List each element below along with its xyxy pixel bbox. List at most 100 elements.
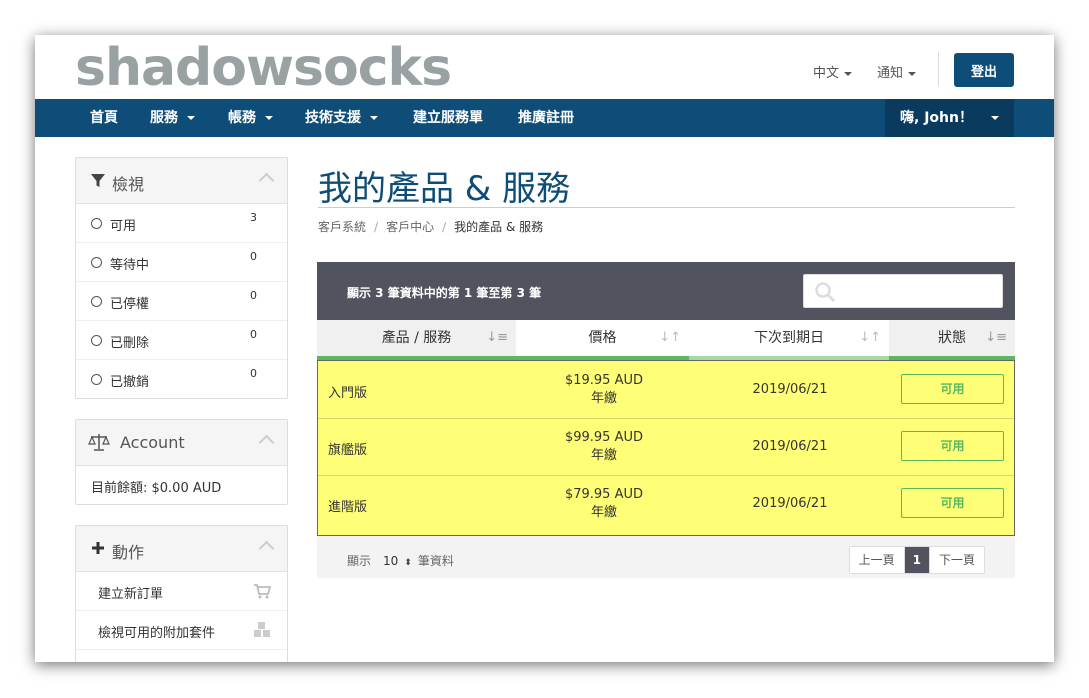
filter-icon bbox=[91, 174, 105, 187]
filter-count: 3 bbox=[250, 211, 257, 224]
page-size-control: 顯示 10 ⬍ 筆資料 bbox=[347, 552, 454, 569]
next-due-date: 2019/06/21 bbox=[752, 496, 828, 511]
balance-scale-icon bbox=[88, 434, 110, 451]
radio-icon bbox=[91, 257, 102, 268]
price-amount: $99.95 AUD bbox=[564, 430, 644, 445]
header-divider bbox=[938, 52, 939, 86]
chevron-down-icon bbox=[187, 116, 195, 120]
nav-services[interactable]: 服務 bbox=[150, 99, 195, 137]
billing-cycle: 年繳 bbox=[590, 505, 617, 520]
view-panel-title: 檢視 bbox=[112, 175, 145, 194]
sort-desc-icon: ↓≡ bbox=[486, 330, 508, 345]
status-badge: 可用 bbox=[901, 488, 1004, 518]
account-balance: 目前餘額: $0.00 AUD bbox=[76, 466, 287, 504]
chevron-up-icon[interactable] bbox=[258, 172, 275, 189]
next-due-date: 2019/06/21 bbox=[752, 382, 828, 397]
sort-icon: ↓↑ bbox=[859, 330, 881, 345]
account-panel-header[interactable]: Account bbox=[76, 420, 287, 466]
search-icon bbox=[815, 282, 836, 303]
filter-count: 0 bbox=[250, 289, 257, 302]
breadcrumb-separator: / bbox=[374, 220, 379, 234]
breadcrumb-link[interactable]: 客戶中心 bbox=[386, 220, 434, 234]
chevron-down-icon bbox=[370, 116, 378, 120]
action-new-order[interactable]: 建立新訂單 bbox=[76, 572, 287, 611]
main-navbar: 首頁 服務 帳務 技術支援 建立服務單 推廣註冊 嗨, John！ bbox=[35, 99, 1054, 137]
nav-services-label: 服務 bbox=[150, 110, 178, 126]
view-filter-panel: 檢視 可用 3 等待中 0 已停權 0 已刪除 0 已撤銷 0 bbox=[75, 157, 288, 399]
status-badge: 可用 bbox=[901, 431, 1004, 461]
chevron-down-icon bbox=[908, 71, 917, 76]
sort-icon: ↓↑ bbox=[659, 330, 681, 345]
column-product[interactable]: 產品 / 服務 ↓≡ bbox=[317, 320, 516, 360]
nav-billing[interactable]: 帳務 bbox=[228, 99, 273, 137]
price-cell: $19.95 AUD 年繳 bbox=[518, 372, 690, 408]
notifications-dropdown[interactable]: 通知 bbox=[877, 62, 917, 81]
nav-support[interactable]: 技術支援 bbox=[305, 99, 378, 137]
account-panel: Account 目前餘額: $0.00 AUD bbox=[75, 419, 288, 505]
page-button-current[interactable]: 1 bbox=[904, 547, 930, 573]
filter-item-active[interactable]: 可用 3 bbox=[76, 204, 287, 243]
browser-page: shadowsocks 中文 通知 登出 首頁 服務 帳務 技術支援 建立服務單… bbox=[35, 35, 1054, 662]
actions-panel: 動作 建立新訂單 檢視可用的附加套件 bbox=[75, 525, 288, 662]
price-amount: $19.95 AUD bbox=[564, 373, 644, 388]
filter-label: 已撤銷 bbox=[110, 375, 150, 390]
nav-home[interactable]: 首頁 bbox=[90, 99, 118, 137]
actions-panel-title: 動作 bbox=[112, 543, 145, 562]
action-item-partial[interactable] bbox=[76, 650, 287, 662]
site-logo[interactable]: shadowsocks bbox=[75, 38, 452, 98]
logout-button[interactable]: 登出 bbox=[954, 53, 1014, 87]
filter-label: 可用 bbox=[110, 219, 137, 234]
next-page-button[interactable]: 下一頁 bbox=[930, 547, 984, 573]
column-price[interactable]: 價格 ↓↑ bbox=[516, 320, 689, 360]
shopping-cart-icon bbox=[254, 584, 271, 599]
action-icon bbox=[253, 660, 271, 662]
nav-affiliates[interactable]: 推廣註冊 bbox=[518, 99, 574, 137]
action-label: 檢視可用的附加套件 bbox=[98, 626, 216, 641]
pagination: 上一頁 1 下一頁 bbox=[848, 546, 985, 574]
actions-panel-header[interactable]: 動作 bbox=[76, 526, 287, 572]
filter-label: 已停權 bbox=[110, 297, 150, 312]
chevron-up-icon[interactable] bbox=[258, 540, 275, 557]
action-view-addons[interactable]: 檢視可用的附加套件 bbox=[76, 611, 287, 650]
billing-cycle: 年繳 bbox=[590, 391, 617, 406]
breadcrumb-link[interactable]: 客戶系統 bbox=[318, 220, 366, 234]
account-panel-title: Account bbox=[120, 433, 185, 452]
table-row[interactable]: 旗艦版 $99.95 AUD 年繳 2019/06/21 可用 bbox=[318, 418, 1014, 476]
column-label: 產品 / 服務 bbox=[381, 330, 452, 346]
breadcrumb-separator: / bbox=[442, 220, 447, 234]
language-label: 中文 bbox=[813, 66, 840, 81]
column-status[interactable]: 狀態 ↓≡ bbox=[889, 320, 1015, 360]
filter-item-terminated[interactable]: 已刪除 0 bbox=[76, 321, 287, 360]
product-name: 旗艦版 bbox=[328, 443, 368, 458]
table-row[interactable]: 入門版 $19.95 AUD 年繳 2019/06/21 可用 bbox=[318, 361, 1014, 419]
filter-item-pending[interactable]: 等待中 0 bbox=[76, 243, 287, 282]
title-divider bbox=[318, 207, 1015, 208]
column-next-due[interactable]: 下次到期日 ↓↑ bbox=[689, 320, 889, 360]
column-label: 下次到期日 bbox=[754, 330, 824, 346]
show-label: 顯示 bbox=[347, 554, 372, 568]
nav-affiliates-label: 推廣註冊 bbox=[518, 110, 574, 126]
price-cell: $99.95 AUD 年繳 bbox=[518, 429, 690, 465]
prev-page-button[interactable]: 上一頁 bbox=[850, 547, 905, 573]
filter-item-cancelled[interactable]: 已撤銷 0 bbox=[76, 360, 287, 398]
breadcrumb: 客戶系統 / 客戶中心 / 我的產品 & 服務 bbox=[318, 218, 543, 235]
services-table-body: 入門版 $19.95 AUD 年繳 2019/06/21 可用 旗艦版 $99.9… bbox=[317, 360, 1015, 536]
chevron-down-icon bbox=[991, 116, 999, 120]
filter-count: 0 bbox=[250, 367, 257, 380]
page-size-select[interactable]: 10 bbox=[383, 554, 398, 568]
next-due-date: 2019/06/21 bbox=[752, 439, 828, 454]
action-label: 建立新訂單 bbox=[98, 587, 164, 602]
language-dropdown[interactable]: 中文 bbox=[813, 62, 853, 81]
nav-open-ticket[interactable]: 建立服務單 bbox=[413, 99, 483, 137]
breadcrumb-current: 我的產品 & 服務 bbox=[454, 220, 544, 234]
product-name: 進階版 bbox=[328, 500, 368, 515]
chevron-down-icon bbox=[844, 71, 853, 76]
select-arrows-icon[interactable]: ⬍ bbox=[404, 558, 412, 568]
view-panel-header[interactable]: 檢視 bbox=[76, 158, 287, 204]
nav-user-menu[interactable]: 嗨, John！ bbox=[885, 99, 1014, 137]
filter-item-suspended[interactable]: 已停權 0 bbox=[76, 282, 287, 321]
product-name: 入門版 bbox=[328, 386, 368, 401]
table-search-input[interactable] bbox=[803, 274, 1003, 308]
table-row[interactable]: 進階版 $79.95 AUD 年繳 2019/06/21 可用 bbox=[318, 475, 1014, 532]
chevron-up-icon[interactable] bbox=[258, 434, 275, 451]
